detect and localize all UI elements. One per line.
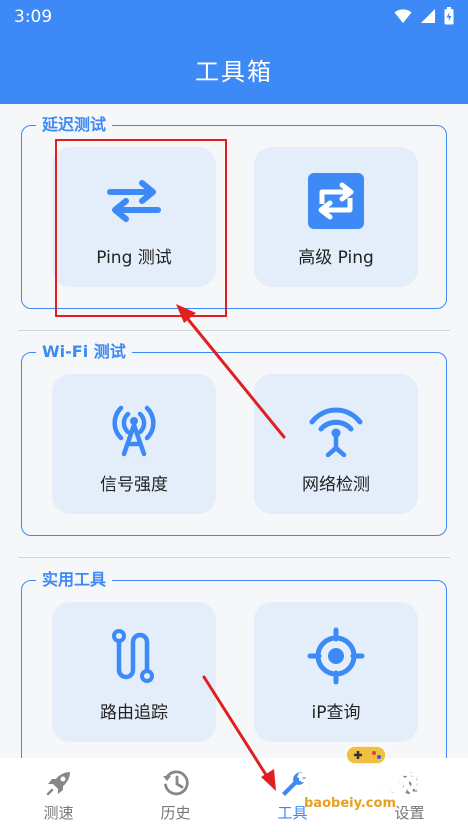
- crosshair-target-icon: [304, 624, 368, 688]
- divider: [18, 557, 450, 558]
- route-trace-tile[interactable]: 路由追踪: [52, 602, 216, 742]
- wifi-antenna-icon: [304, 396, 368, 460]
- tile-label: iP查询: [311, 703, 361, 723]
- rocket-icon: [46, 772, 70, 796]
- page-title: 工具箱: [195, 57, 273, 86]
- nav-label: 测速: [43, 804, 74, 822]
- tile-label: 网络检测: [302, 475, 370, 495]
- status-bar: 3:09: [0, 0, 468, 34]
- bottom-nav: 测速 历史 工具 设置: [0, 758, 468, 832]
- advanced-ping-tile[interactable]: 高级 Ping: [254, 147, 418, 287]
- divider: [18, 330, 450, 331]
- signal-strength-tile[interactable]: 信号强度: [52, 374, 216, 514]
- tile-label: 高级 Ping: [298, 248, 374, 268]
- ip-query-tile[interactable]: iP查询: [254, 602, 418, 742]
- swap-arrows-icon: [102, 169, 166, 233]
- tile-label: 信号强度: [100, 475, 168, 495]
- signal-tower-icon: [102, 396, 166, 460]
- route-path-icon: [102, 624, 166, 688]
- tile-label: Ping 测试: [96, 248, 172, 268]
- section-title: Wi-Fi 测试: [36, 341, 132, 363]
- nav-settings[interactable]: 设置: [351, 758, 468, 832]
- nav-label: 设置: [394, 804, 425, 822]
- nav-history[interactable]: 历史: [117, 758, 234, 832]
- ping-test-tile[interactable]: Ping 测试: [52, 147, 216, 287]
- section-title: 实用工具: [36, 569, 113, 591]
- wifi-status-icon: [394, 9, 412, 23]
- section-wifi-test: Wi-Fi 测试 信号强度 网络检测: [21, 341, 447, 536]
- nav-label: 工具: [277, 804, 308, 822]
- app-bar: 工具箱: [0, 34, 468, 104]
- sync-square-icon: [304, 169, 368, 233]
- nav-label: 历史: [160, 804, 191, 822]
- battery-icon: [444, 7, 454, 25]
- nav-speed-test[interactable]: 测速: [0, 758, 117, 832]
- settings-icon: [398, 772, 421, 794]
- section-utility-tools: 实用工具 路由追踪 iP查询: [21, 569, 447, 780]
- status-time: 3:09: [14, 7, 53, 27]
- history-icon: [162, 770, 189, 796]
- section-latency-test: 延迟测试 Ping 测试 高级 Ping: [21, 114, 447, 309]
- section-title: 延迟测试: [36, 114, 113, 136]
- network-check-tile[interactable]: 网络检测: [254, 374, 418, 514]
- status-icons: [394, 7, 454, 25]
- wrench-icon: [281, 772, 306, 796]
- tile-label: 路由追踪: [100, 703, 168, 723]
- nav-tools[interactable]: 工具: [234, 758, 351, 832]
- cell-signal-icon: [421, 9, 435, 23]
